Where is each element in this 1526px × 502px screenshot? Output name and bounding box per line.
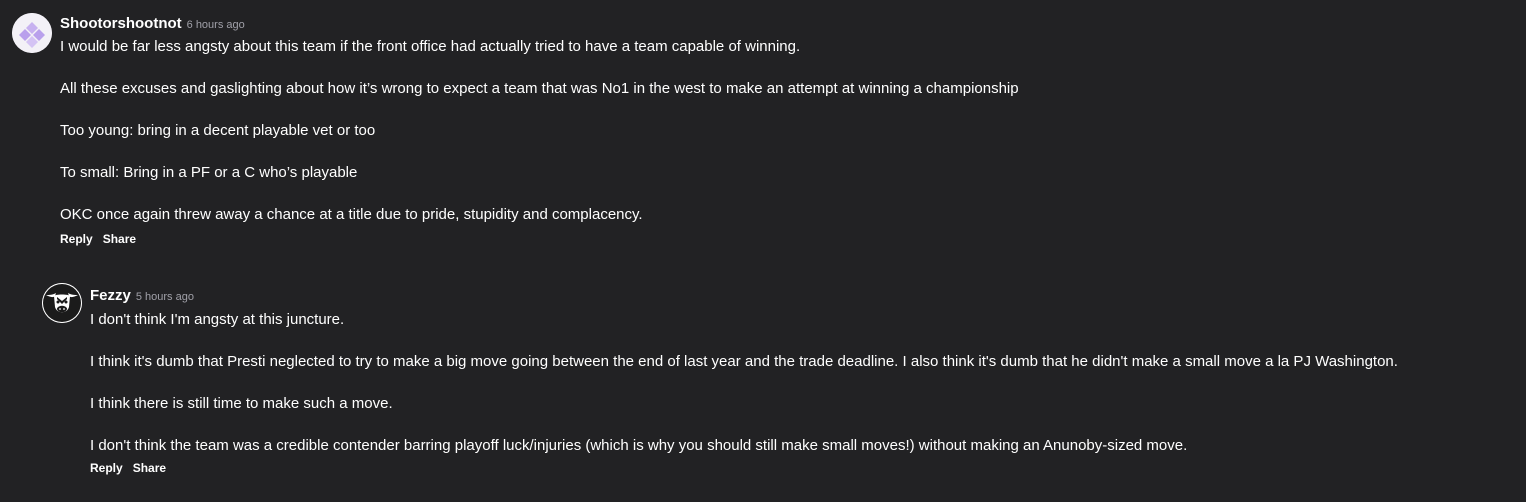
author-name[interactable]: Shootorshootnot (60, 15, 182, 32)
bull-head-avatar-icon (42, 283, 82, 323)
author-name[interactable]: Fezzy (90, 287, 131, 304)
reply-button[interactable]: Reply (90, 461, 123, 475)
comment-body: I would be far less angsty about this te… (60, 38, 1019, 248)
comment-timestamp: 5 hours ago (135, 291, 194, 303)
comment-actions: Reply Share (60, 231, 136, 247)
reply-button[interactable]: Reply (60, 232, 93, 246)
share-button[interactable]: Share (103, 232, 136, 246)
comment-paragraph: All these excuses and gaslighting about … (60, 80, 1019, 97)
comment-paragraph: To small: Bring in a PF or a C who’s pla… (60, 164, 358, 181)
comment-paragraph: I don't think the team was a credible co… (90, 437, 1188, 454)
comment-paragraph: I don't think I'm angsty at this junctur… (90, 311, 345, 328)
user-avatar[interactable] (12, 13, 52, 53)
comment-actions: Reply Share (90, 460, 166, 476)
purple-diamond-avatar-icon (12, 13, 52, 53)
user-avatar[interactable] (42, 283, 82, 323)
comment-timestamp: 6 hours ago (186, 19, 245, 31)
comment-header: Fezzy 5 hours ago (90, 287, 194, 306)
comment-paragraph: OKC once again threw away a chance at a … (60, 206, 643, 223)
comment: Shootorshootnot 6 hours ago I would be fa… (0, 0, 1526, 260)
comment-paragraph: I would be far less angsty about this te… (60, 38, 801, 55)
comment-paragraph: I think it's dumb that Presti neglected … (90, 353, 1398, 370)
share-button[interactable]: Share (133, 461, 166, 475)
reply-comment: Fezzy 5 hours ago I don't think I'm angst… (0, 260, 1526, 502)
comment-paragraph: Too young: bring in a decent playable ve… (60, 122, 376, 139)
comment-paragraph: I think there is still time to make such… (90, 395, 393, 412)
comment-body: I don't think I'm angsty at this junctur… (90, 311, 1398, 479)
comment-header: Shootorshootnot 6 hours ago (60, 15, 245, 34)
